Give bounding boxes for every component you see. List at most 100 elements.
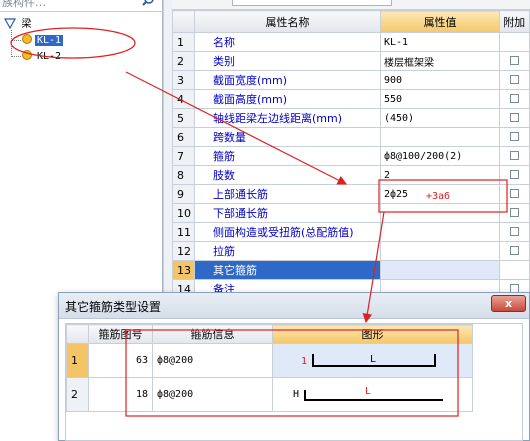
stirrup-table: 箍筋图号 箍筋信息 图形 1 63 ф8@200 1 L 2 18 ф8@200 H L <box>66 324 473 412</box>
property-value[interactable]: (450) <box>379 108 501 128</box>
row-number: 10 <box>172 203 195 223</box>
property-row[interactable]: 9 上部通长筋 2ф25 <box>172 184 530 204</box>
property-value[interactable]: ф8@100/200(2) <box>379 146 501 166</box>
tree-scrollbar[interactable] <box>163 0 172 292</box>
property-value[interactable]: KL-1 <box>379 32 501 52</box>
property-value[interactable]: 2ф25 <box>379 184 501 204</box>
property-name[interactable]: 侧面构造或受扭筋(总配筋值) <box>194 222 381 242</box>
extra-checkbox[interactable] <box>510 207 520 217</box>
property-toolbar-input[interactable] <box>232 0 392 6</box>
property-value[interactable]: 900 <box>379 70 501 90</box>
property-value[interactable] <box>379 222 501 242</box>
property-row[interactable]: 7 箍筋 ф8@100/200(2) <box>172 146 530 166</box>
stirrup-shape[interactable]: HL <box>272 377 473 412</box>
property-name[interactable]: 上部通长筋 <box>194 184 381 204</box>
property-value[interactable]: 2 <box>379 165 501 185</box>
stirrup-info[interactable]: ф8@200 <box>152 343 273 378</box>
dlg-col-num <box>66 324 89 344</box>
search-icon[interactable] <box>142 0 160 11</box>
property-value[interactable] <box>379 260 501 280</box>
dlg-col-shape[interactable]: 图形 <box>272 324 473 344</box>
extra-checkbox[interactable] <box>510 150 520 160</box>
extra-cell <box>499 108 530 128</box>
tree-item-kl-1[interactable]: KL-1 <box>22 32 64 48</box>
dialog-title: 其它箍筋类型设置 <box>65 300 162 314</box>
row-number: 3 <box>172 70 195 90</box>
property-row[interactable]: 10 下部通长筋 <box>172 203 530 223</box>
property-row[interactable]: 12 拉筋 <box>172 241 530 261</box>
tree-item-label: KL-2 <box>37 51 62 62</box>
extra-checkbox[interactable] <box>510 188 520 198</box>
extra-checkbox[interactable] <box>510 226 520 236</box>
property-name[interactable]: 下部通长筋 <box>194 203 381 223</box>
property-row[interactable]: 4 截面高度(mm) 550 <box>172 89 530 109</box>
property-name[interactable]: 箍筋 <box>194 146 381 166</box>
property-row[interactable]: 8 肢数 2 <box>172 165 530 185</box>
property-name[interactable]: 截面高度(mm) <box>194 89 381 109</box>
property-row[interactable]: 6 跨数量 <box>172 127 530 147</box>
property-name[interactable]: 拉筋 <box>194 241 381 261</box>
extra-checkbox[interactable] <box>510 55 520 65</box>
property-row[interactable]: 11 侧面构造或受扭筋(总配筋值) <box>172 222 530 242</box>
stirrup-code[interactable]: 18 <box>88 377 153 412</box>
dlg-col-code[interactable]: 箍筋图号 <box>88 324 153 344</box>
stirrup-code[interactable]: 63 <box>88 343 153 378</box>
property-row[interactable]: 13 其它箍筋 <box>172 260 530 280</box>
property-value[interactable]: 550 <box>379 89 501 109</box>
dlg-col-info[interactable]: 箍筋信息 <box>152 324 273 344</box>
property-row[interactable]: 5 轴线距梁左边线距离(mm) (450) <box>172 108 530 128</box>
row-number: 1 <box>66 343 89 378</box>
extra-checkbox[interactable] <box>510 169 520 179</box>
col-header-value[interactable]: 属性值 <box>379 10 501 33</box>
property-value[interactable] <box>379 127 501 147</box>
col-header-extra[interactable]: 附加 <box>499 10 530 33</box>
extra-cell <box>499 51 530 71</box>
tree-item-kl-2[interactable]: KL-2 <box>22 48 63 64</box>
property-name[interactable]: 跨数量 <box>194 127 381 147</box>
extra-checkbox[interactable] <box>510 93 520 103</box>
property-name[interactable]: 名称 <box>194 32 381 52</box>
gear-icon <box>22 34 32 44</box>
property-value[interactable] <box>379 203 501 223</box>
stirrup-shape[interactable]: 1L <box>272 343 473 378</box>
dialog-titlebar[interactable]: 其它箍筋类型设置 x <box>59 293 529 319</box>
stirrup-row[interactable]: 1 63 ф8@200 1 L <box>66 343 473 378</box>
property-name[interactable]: 类别 <box>194 51 381 71</box>
property-value[interactable]: 楼层框架梁 <box>379 51 501 71</box>
property-table: 属性名称 属性值 附加 1 名称 KL-1 2 类别 楼层框架梁 3 截面宽度(mm) 900 4… <box>172 10 530 299</box>
extra-cell <box>499 127 530 147</box>
col-header-num <box>172 10 195 33</box>
stirrup-row[interactable]: 2 18 ф8@200 H L <box>66 377 473 412</box>
property-name[interactable]: 截面宽度(mm) <box>194 70 381 90</box>
property-name[interactable]: 肢数 <box>194 165 381 185</box>
close-button[interactable]: x <box>491 295 526 312</box>
shape-left-label: 1 <box>301 356 307 367</box>
property-name[interactable]: 轴线距梁左边线距离(mm) <box>194 108 381 128</box>
row-number: 2 <box>172 51 195 71</box>
stirrup-shape-drawing: 1L <box>301 354 436 367</box>
extra-checkbox[interactable] <box>510 74 520 84</box>
tree-search-input[interactable]: 族构件… <box>2 0 122 10</box>
shape-mid-label: L <box>370 354 376 365</box>
extra-checkbox[interactable] <box>510 112 520 122</box>
extra-checkbox[interactable] <box>510 131 520 141</box>
property-value[interactable] <box>379 241 501 261</box>
tree-item-label: KL-1 <box>35 35 64 46</box>
tree-connector <box>11 56 21 57</box>
property-row[interactable]: 1 名称 KL-1 <box>172 32 530 52</box>
row-number: 6 <box>172 127 195 147</box>
extra-checkbox[interactable] <box>510 245 520 255</box>
property-name[interactable]: 其它箍筋 <box>194 260 381 280</box>
tree-root-beam[interactable]: 梁 <box>3 16 34 32</box>
col-header-name[interactable]: 属性名称 <box>194 10 381 33</box>
extra-cell <box>499 241 530 261</box>
stirrup-info[interactable]: ф8@200 <box>152 377 273 412</box>
extra-cell <box>499 260 530 280</box>
extra-cell <box>499 146 530 166</box>
row-number: 5 <box>172 108 195 128</box>
property-row[interactable]: 3 截面宽度(mm) 900 <box>172 70 530 90</box>
property-row[interactable]: 2 类别 楼层框架梁 <box>172 51 530 71</box>
dialog-body: 箍筋图号 箍筋信息 图形 1 63 ф8@200 1 L 2 18 ф8@200 H L <box>65 323 523 441</box>
extra-cell <box>499 32 530 52</box>
tree-connector <box>11 40 21 41</box>
